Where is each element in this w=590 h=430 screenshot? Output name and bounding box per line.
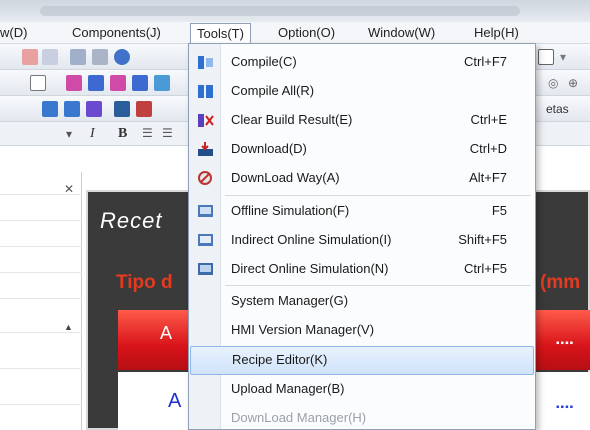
- screen-icon[interactable]: [70, 49, 86, 65]
- box-icon[interactable]: [538, 49, 554, 65]
- menu-item-label: Compile All(R): [231, 83, 315, 98]
- download-toolbar-icon[interactable]: [114, 101, 130, 117]
- menu-item-shortcut: F5: [491, 203, 507, 218]
- layer-icon[interactable]: [66, 75, 82, 91]
- italic-button[interactable]: I: [90, 126, 95, 142]
- menu-item-label: DownLoad Way(A): [231, 170, 340, 185]
- font-dropdown-icon[interactable]: ▾: [66, 127, 72, 141]
- menu-item-direct-simulation[interactable]: Direct Online Simulation(N) Ctrl+F5: [189, 255, 535, 284]
- step-icon[interactable]: ⊕: [568, 76, 578, 90]
- menu-item-shortcut: Shift+F5: [458, 232, 507, 247]
- menu-item-compile-all[interactable]: Compile All(R): [189, 77, 535, 106]
- help-icon[interactable]: [114, 49, 130, 65]
- data-row-dots: ▪▪▪▪: [556, 402, 575, 413]
- compile-all-toolbar-icon[interactable]: [64, 101, 80, 117]
- scroll-up-icon[interactable]: ▲: [64, 322, 73, 332]
- clear-build-icon: [197, 112, 214, 129]
- menu-option[interactable]: Option(O): [278, 24, 335, 42]
- menu-bar: w(D) Components(J) Tools(T) Option(O) Wi…: [0, 22, 590, 45]
- toolbar-fragment: etas: [546, 102, 569, 116]
- canvas-units: (mm: [540, 272, 581, 293]
- menu-item-label: DownLoad Manager(H): [231, 410, 367, 425]
- menu-item-shortcut: Ctrl+F7: [464, 54, 507, 69]
- menu-item-compile[interactable]: Compile(C) Ctrl+F7: [189, 48, 535, 77]
- download-icon: [197, 141, 214, 158]
- menu-item-shortcut: Ctrl+D: [469, 141, 507, 156]
- ungroup-icon[interactable]: [110, 75, 126, 91]
- editor-window: w(D) Components(J) Tools(T) Option(O) Wi…: [0, 0, 590, 430]
- menu-item-label: Clear Build Result(E): [231, 112, 353, 127]
- title-bar: [0, 0, 590, 24]
- menu-item-label: HMI Version Manager(V): [231, 322, 375, 337]
- indirect-simulation-icon: [197, 232, 214, 249]
- offline-simulation-icon: [197, 203, 214, 220]
- settings-icon[interactable]: ◎: [548, 76, 558, 90]
- menu-item-recipe-editor[interactable]: Recipe Editor(K): [190, 346, 534, 375]
- compile-toolbar-icon[interactable]: [42, 101, 58, 117]
- menu-window[interactable]: Window(W): [368, 24, 435, 42]
- download-way-toolbar-icon[interactable]: [136, 101, 152, 117]
- menu-item-shortcut: Alt+F7: [469, 170, 507, 185]
- canvas-subtitle: Tipo d: [116, 272, 173, 293]
- menu-item-hmi-version-manager[interactable]: HMI Version Manager(V): [189, 316, 535, 345]
- menu-item-label: Indirect Online Simulation(I): [231, 232, 392, 247]
- menu-help[interactable]: Help(H): [474, 24, 519, 42]
- dropdown-arrow-icon[interactable]: ▾: [560, 50, 566, 64]
- menu-item-shortcut: Ctrl+F5: [464, 261, 507, 276]
- align-center-icon[interactable]: ☰: [162, 126, 173, 140]
- menu-item-download[interactable]: Download(D) Ctrl+D: [189, 135, 535, 164]
- bold-button[interactable]: B: [118, 126, 127, 142]
- menu-item-upload-manager[interactable]: Upload Manager(B): [189, 375, 535, 404]
- clear-toolbar-icon[interactable]: [86, 101, 102, 117]
- align-icon[interactable]: [132, 75, 148, 91]
- menu-item-shortcut: Ctrl+E: [470, 112, 507, 127]
- compile-all-icon: [197, 83, 214, 100]
- header-bar-text: A: [160, 323, 173, 343]
- compile-icon: [197, 54, 214, 71]
- window-icon[interactable]: [92, 49, 108, 65]
- menu-item-label: Direct Online Simulation(N): [231, 261, 389, 276]
- grid-icon[interactable]: [30, 75, 46, 91]
- download-way-icon: [197, 170, 214, 187]
- direct-simulation-icon: [197, 261, 214, 278]
- menu-tools[interactable]: Tools(T): [190, 23, 251, 45]
- menu-item-clear-build[interactable]: Clear Build Result(E) Ctrl+E: [189, 106, 535, 135]
- tools-menu: Compile(C) Ctrl+F7 Compile All(R) Clear …: [188, 43, 536, 430]
- menu-item-download-manager[interactable]: DownLoad Manager(H): [189, 404, 535, 430]
- menu-item-label: Recipe Editor(K): [232, 352, 328, 367]
- canvas-title: Recet: [100, 208, 163, 233]
- menu-item-label: Offline Simulation(F): [231, 203, 350, 218]
- group-icon[interactable]: [88, 75, 104, 91]
- menu-item-download-way[interactable]: DownLoad Way(A) Alt+F7: [189, 164, 535, 193]
- menu-item-label: System Manager(G): [231, 293, 349, 308]
- menu-components[interactable]: Components(J): [72, 24, 161, 42]
- close-icon[interactable]: ✕: [64, 182, 74, 196]
- align-left-icon[interactable]: ☰: [142, 126, 153, 140]
- menu-item-offline-simulation[interactable]: Offline Simulation(F) F5: [189, 197, 535, 226]
- project-panel: [0, 172, 82, 430]
- menu-view[interactable]: w(D): [0, 24, 27, 42]
- paste-icon[interactable]: [42, 49, 58, 65]
- menu-item-indirect-simulation[interactable]: Indirect Online Simulation(I) Shift+F5: [189, 226, 535, 255]
- menu-item-label: Download(D): [231, 141, 307, 156]
- cut-icon[interactable]: [22, 49, 38, 65]
- header-value-dots: ▪▪▪▪: [556, 338, 575, 349]
- data-row-text: A: [168, 390, 182, 412]
- order-icon[interactable]: [154, 75, 170, 91]
- menu-item-system-manager[interactable]: System Manager(G): [189, 287, 535, 316]
- menu-item-label: Upload Manager(B): [231, 381, 345, 396]
- menu-item-label: Compile(C): [231, 54, 297, 69]
